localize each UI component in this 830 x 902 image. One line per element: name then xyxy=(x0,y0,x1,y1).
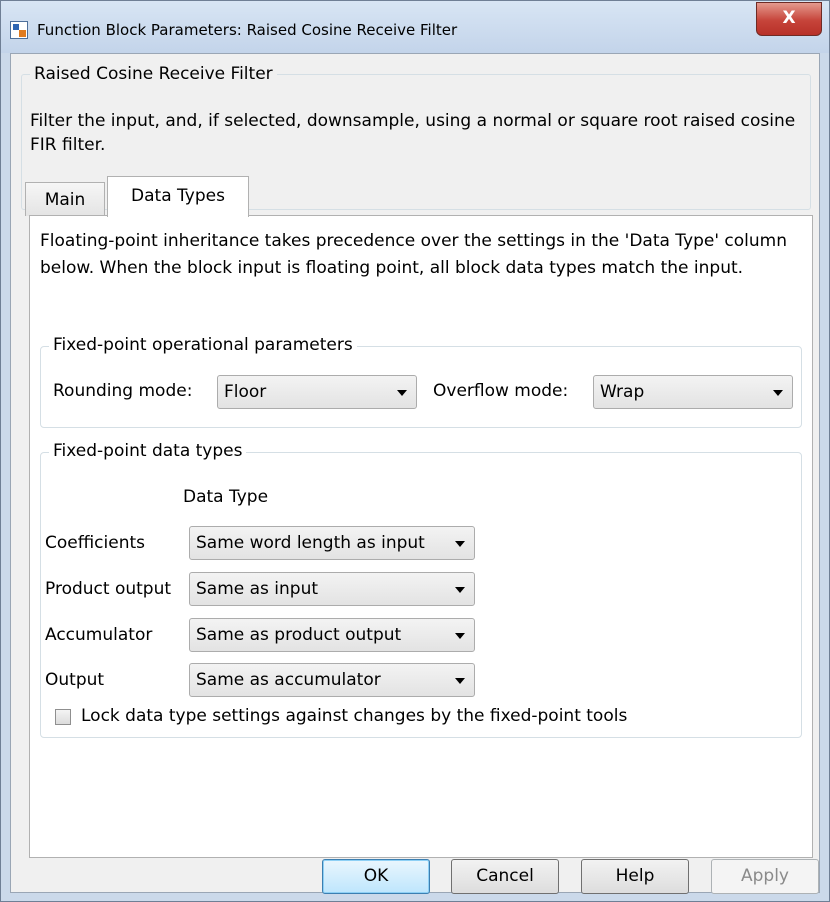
help-button[interactable]: Help xyxy=(581,859,689,894)
tab-data-types[interactable]: Data Types xyxy=(107,176,249,217)
output-label: Output xyxy=(45,670,105,690)
overflow-mode-select[interactable]: Wrap xyxy=(593,375,793,409)
overflow-mode-value: Wrap xyxy=(600,382,645,402)
rounding-mode-label: Rounding mode: xyxy=(53,381,193,401)
coefficients-label: Coefficients xyxy=(45,533,145,553)
dialog-body: Raised Cosine Receive Filter Filter the … xyxy=(10,53,820,894)
ok-button[interactable]: OK xyxy=(322,859,430,894)
product-output-data-type-select[interactable]: Same as input xyxy=(189,572,475,606)
chevron-down-icon xyxy=(455,678,465,684)
data-type-column-header: Data Type xyxy=(183,487,269,507)
operational-parameters-title: Fixed-point operational parameters xyxy=(49,335,357,355)
data-types-panel: Floating-point inheritance takes precede… xyxy=(29,215,813,858)
chevron-down-icon xyxy=(773,390,783,396)
description-text: Filter the input, and, if selected, down… xyxy=(30,111,796,155)
data-types-title: Fixed-point data types xyxy=(49,441,247,461)
dialog-window: Function Block Parameters: Raised Cosine… xyxy=(0,0,830,902)
rounding-mode-value: Floor xyxy=(224,382,267,402)
product-output-label: Product output xyxy=(45,579,172,599)
accumulator-value: Same as product output xyxy=(196,625,402,645)
overflow-mode-label: Overflow mode: xyxy=(433,381,569,401)
cancel-button[interactable]: Cancel xyxy=(451,859,559,894)
chevron-down-icon xyxy=(455,541,465,547)
close-button[interactable]: X xyxy=(756,2,822,36)
window-title: Function Block Parameters: Raised Cosine… xyxy=(37,21,458,39)
lock-data-type-label[interactable]: Lock data type settings against changes … xyxy=(81,706,627,726)
tab-main[interactable]: Main xyxy=(25,182,105,216)
chevron-down-icon xyxy=(455,587,465,593)
fixed-point-data-types-group: Fixed-point data types Data Type Coeffic… xyxy=(40,441,802,738)
coefficients-value: Same word length as input xyxy=(196,533,425,553)
accumulator-data-type-select[interactable]: Same as product output xyxy=(189,618,475,652)
output-value: Same as accumulator xyxy=(196,670,381,690)
chevron-down-icon xyxy=(397,390,407,396)
description-title: Raised Cosine Receive Filter xyxy=(30,64,277,84)
output-data-type-select[interactable]: Same as accumulator xyxy=(189,663,475,697)
rounding-mode-select[interactable]: Floor xyxy=(217,375,417,409)
product-output-value: Same as input xyxy=(196,579,319,599)
coefficients-data-type-select[interactable]: Same word length as input xyxy=(189,526,475,560)
operational-parameters-group: Fixed-point operational parameters Round… xyxy=(40,335,802,428)
chevron-down-icon xyxy=(455,633,465,639)
title-bar[interactable]: Function Block Parameters: Raised Cosine… xyxy=(1,1,829,53)
accumulator-label: Accumulator xyxy=(45,625,153,645)
simulink-block-icon xyxy=(10,21,28,39)
inheritance-info-text: Floating-point inheritance takes precede… xyxy=(40,231,788,278)
lock-data-type-checkbox[interactable] xyxy=(55,709,71,725)
apply-button[interactable]: Apply xyxy=(711,859,819,894)
